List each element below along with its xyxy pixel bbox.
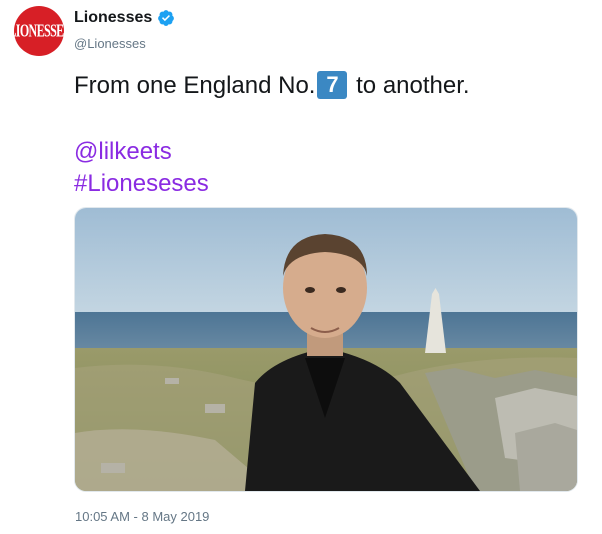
- video-thumbnail[interactable]: [74, 207, 578, 492]
- text-before: From one England No.: [74, 72, 316, 99]
- tweet-text-line: From one England No. 7 to another.: [74, 70, 584, 102]
- video-still-image: [75, 208, 577, 491]
- display-name[interactable]: Lionesses: [74, 9, 152, 27]
- avatar[interactable]: LIONESSES: [8, 6, 70, 56]
- text-after: to another.: [349, 72, 470, 99]
- mention-link[interactable]: @lilkeets: [74, 136, 172, 168]
- verified-badge-icon: [157, 9, 175, 27]
- hashtag-link[interactable]: #Lioneseses: [74, 168, 209, 200]
- handle[interactable]: @Lionesses: [74, 36, 146, 51]
- timestamp[interactable]: 10:05 AM - 8 May 2019: [75, 509, 209, 524]
- avatar-logo: LIONESSES: [8, 20, 70, 41]
- keycap-seven-emoji: 7: [317, 71, 348, 99]
- tweet-text: From one England No. 7 to another.: [74, 70, 584, 102]
- name-row: Lionesses: [74, 9, 175, 27]
- tweet-card: LIONESSES Lionesses @Lionesses From one …: [0, 0, 602, 534]
